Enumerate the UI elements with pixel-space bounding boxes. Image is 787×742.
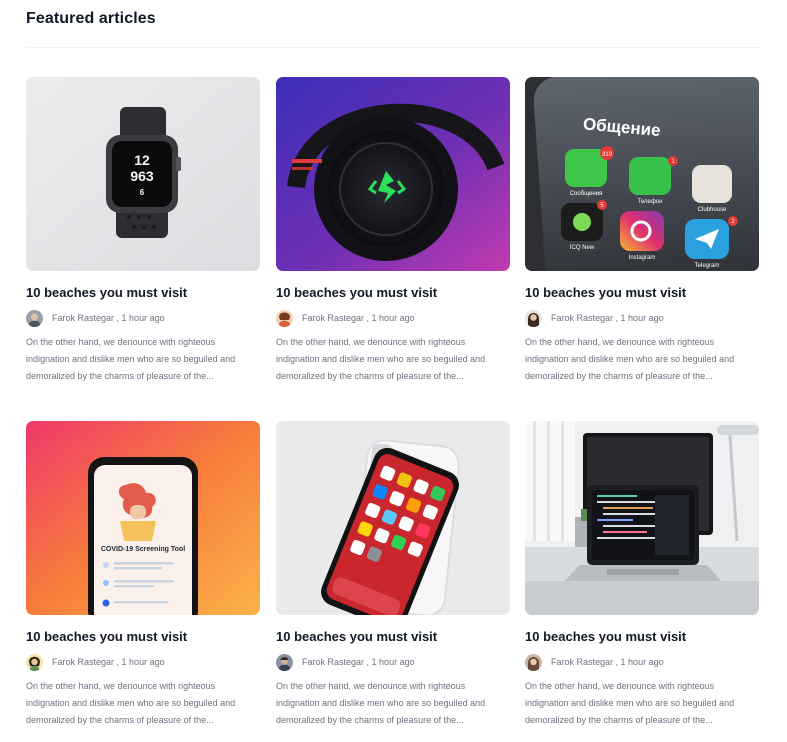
article-title[interactable]: 10 beaches you must visit (276, 284, 510, 301)
article-title[interactable]: 10 beaches you must visit (26, 628, 260, 645)
article-title[interactable]: 10 beaches you must visit (525, 628, 759, 645)
article-image-smartwatch[interactable]: 12 963 6 (26, 77, 260, 271)
author-name[interactable]: Farok Rastegar (302, 313, 364, 323)
article-card[interactable]: 10 beaches you must visit Farok Rastegar… (525, 421, 759, 729)
author-name[interactable]: Farok Rastegar (551, 313, 613, 323)
article-title[interactable]: 10 beaches you must visit (26, 284, 260, 301)
article-card[interactable]: 10 beaches you must visit Farok Rastegar… (276, 77, 510, 385)
post-time: 1 hour ago (620, 313, 664, 323)
app-label-messages: Сообщения (570, 191, 603, 197)
app-label-icq: ICQ New (570, 245, 595, 251)
author-name[interactable]: Farok Rastegar (52, 657, 114, 667)
author-avatar[interactable] (276, 653, 293, 671)
author-and-time: Farok Rastegar , 1 hour ago (52, 657, 165, 667)
article-card[interactable]: Общение 319 1 5 2 Сообщения Телефон Club… (525, 77, 759, 385)
post-time: 1 hour ago (121, 313, 165, 323)
article-image-laptop-desk[interactable] (525, 421, 759, 615)
article-meta: Farok Rastegar , 1 hour ago (26, 309, 260, 327)
article-image-covid-app[interactable]: COVID-19 Screening Tool (26, 421, 260, 615)
article-meta: Farok Rastegar , 1 hour ago (276, 653, 510, 671)
article-card[interactable]: 12 963 6 10 beaches you must visit Farok… (26, 77, 260, 385)
author-and-time: Farok Rastegar , 1 hour ago (52, 313, 165, 323)
svg-text:12: 12 (134, 152, 150, 168)
app-label-instagram: Instagram (629, 255, 656, 261)
article-title[interactable]: 10 beaches you must visit (276, 628, 510, 645)
svg-text:963: 963 (130, 168, 154, 184)
author-name[interactable]: Farok Rastegar (52, 313, 114, 323)
featured-articles-section: Featured articles 12 963 6 10 beaches yo… (8, 0, 779, 742)
author-avatar[interactable] (525, 653, 542, 671)
post-time: 1 hour ago (620, 657, 664, 667)
article-meta: Farok Rastegar , 1 hour ago (525, 653, 759, 671)
covid-tool-heading: COVID-19 Screening Tool (101, 546, 185, 553)
author-and-time: Farok Rastegar , 1 hour ago (302, 657, 415, 667)
post-time: 1 hour ago (121, 657, 165, 667)
article-image-smartphone[interactable] (276, 421, 510, 615)
author-avatar[interactable] (276, 309, 293, 327)
author-and-time: Farok Rastegar , 1 hour ago (551, 313, 664, 323)
author-name[interactable]: Farok Rastegar (551, 657, 613, 667)
author-avatar[interactable] (525, 309, 542, 327)
app-label-phone: Телефон (638, 199, 663, 205)
article-meta: Farok Rastegar , 1 hour ago (525, 309, 759, 327)
article-image-gaming-headphones[interactable] (276, 77, 510, 271)
article-image-phone-apps[interactable]: Общение 319 1 5 2 Сообщения Телефон Club… (525, 77, 759, 271)
app-label-clubhouse: Clubhouse (698, 207, 727, 213)
article-excerpt: On the other hand, we denounce with righ… (525, 681, 735, 725)
article-excerpt: On the other hand, we denounce with righ… (276, 337, 486, 381)
author-avatar[interactable] (26, 653, 43, 671)
author-name[interactable]: Farok Rastegar (302, 657, 364, 667)
post-time: 1 hour ago (371, 657, 415, 667)
author-avatar[interactable] (26, 309, 43, 327)
svg-text:6: 6 (140, 188, 145, 197)
section-divider (26, 47, 761, 48)
author-and-time: Farok Rastegar , 1 hour ago (551, 657, 664, 667)
article-meta: Farok Rastegar , 1 hour ago (26, 653, 260, 671)
app-label-telegram: Telegram (695, 263, 720, 269)
article-meta: Farok Rastegar , 1 hour ago (276, 309, 510, 327)
article-title[interactable]: 10 beaches you must visit (525, 284, 759, 301)
article-excerpt: On the other hand, we denounce with righ… (26, 337, 236, 381)
post-time: 1 hour ago (371, 313, 415, 323)
article-card[interactable]: 10 beaches you must visit Farok Rastegar… (276, 421, 510, 729)
article-excerpt: On the other hand, we denounce with righ… (525, 337, 735, 381)
app-badge-messages: 319 (602, 152, 613, 158)
article-card[interactable]: COVID-19 Screening Tool 10 beaches you m… (26, 421, 260, 729)
article-excerpt: On the other hand, we denounce with righ… (276, 681, 486, 725)
article-excerpt: On the other hand, we denounce with righ… (26, 681, 236, 725)
section-title: Featured articles (26, 10, 156, 27)
author-and-time: Farok Rastegar , 1 hour ago (302, 313, 415, 323)
